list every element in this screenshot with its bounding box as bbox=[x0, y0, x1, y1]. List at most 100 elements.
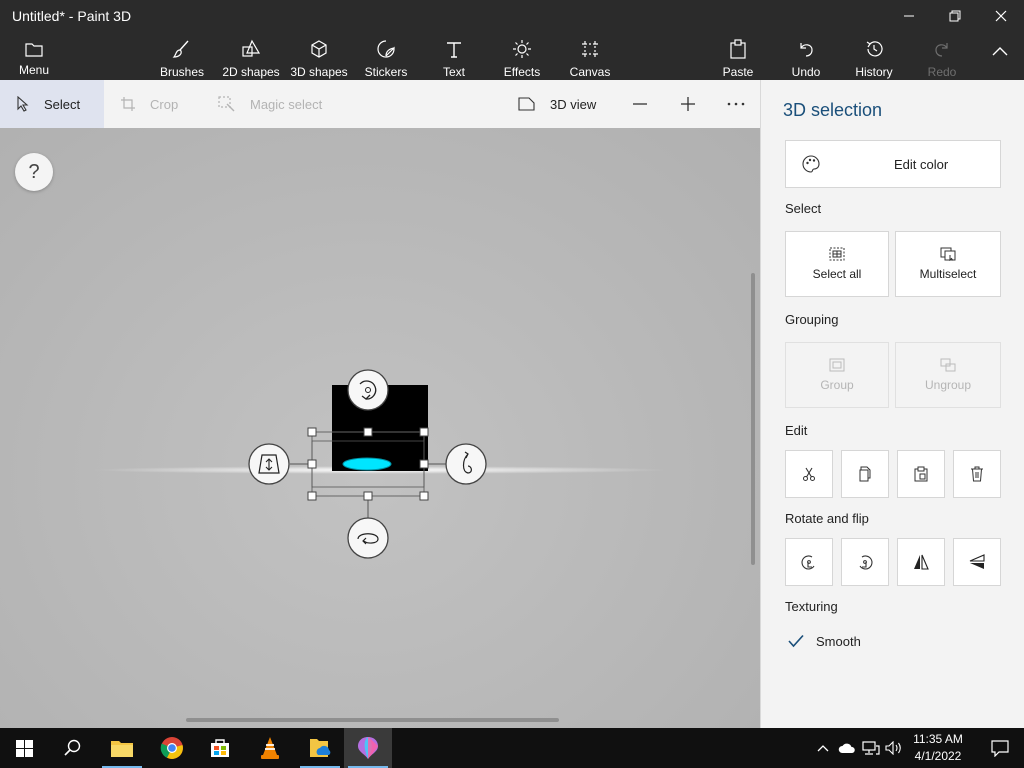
flip-vertical-icon bbox=[969, 554, 985, 569]
taskbar-chrome[interactable] bbox=[148, 728, 196, 768]
palette-icon bbox=[802, 155, 820, 173]
paste-button[interactable]: Paste bbox=[716, 32, 760, 80]
taskbar-store[interactable] bbox=[196, 728, 244, 768]
notifications-button[interactable] bbox=[976, 728, 1024, 768]
text-button[interactable]: Text bbox=[434, 32, 474, 80]
sun-icon bbox=[513, 40, 531, 58]
network-tray-button[interactable] bbox=[860, 728, 882, 768]
chevron-up-icon bbox=[992, 47, 1008, 56]
rotate-left-icon bbox=[801, 555, 815, 570]
multiselect-button[interactable]: Multiselect bbox=[895, 231, 1001, 297]
canvas-button[interactable]: Canvas bbox=[566, 32, 614, 80]
rotate-right-button[interactable] bbox=[841, 538, 889, 586]
clock-time: 11:35 AM bbox=[913, 732, 963, 746]
clock-date: 4/1/2022 bbox=[914, 749, 962, 763]
restore-button[interactable] bbox=[932, 0, 978, 32]
select-tool[interactable]: Select bbox=[0, 80, 104, 128]
undo-label: Undo bbox=[791, 65, 821, 79]
horizontal-scrollbar[interactable] bbox=[186, 718, 559, 722]
zoom-in-button[interactable] bbox=[678, 80, 698, 128]
close-button[interactable] bbox=[978, 0, 1024, 32]
resize-handle-b[interactable] bbox=[363, 491, 373, 501]
resize-handle-tr[interactable] bbox=[419, 427, 429, 437]
sticker-icon bbox=[377, 40, 395, 58]
clipboard-icon bbox=[730, 39, 746, 59]
copy-button[interactable] bbox=[841, 450, 889, 498]
ungroup-button[interactable]: Ungroup bbox=[895, 342, 1001, 408]
taskbar-paint-3d[interactable] bbox=[344, 728, 392, 768]
crop-tool[interactable]: Crop bbox=[120, 80, 178, 128]
select-section-label: Select bbox=[785, 201, 822, 216]
paste-panel-button[interactable] bbox=[897, 450, 945, 498]
group-label: Group bbox=[820, 378, 854, 392]
select-all-button[interactable]: Select all bbox=[785, 231, 889, 297]
resize-handle-bl[interactable] bbox=[307, 491, 317, 501]
shapes-3d-button[interactable]: 3D shapes bbox=[288, 32, 350, 80]
canvas-area[interactable]: ? bbox=[0, 128, 760, 728]
crop-icon bbox=[121, 97, 135, 111]
minimize-icon bbox=[904, 15, 914, 17]
selected-shape[interactable] bbox=[342, 457, 392, 471]
cut-button[interactable] bbox=[785, 450, 833, 498]
minimize-button[interactable] bbox=[886, 0, 932, 32]
smooth-option[interactable]: Smooth bbox=[785, 630, 861, 652]
delete-button[interactable] bbox=[953, 450, 1001, 498]
trash-icon bbox=[971, 466, 983, 482]
store-icon bbox=[211, 739, 229, 757]
select-all-icon bbox=[829, 247, 845, 261]
speaker-icon bbox=[885, 741, 901, 755]
start-button[interactable] bbox=[0, 728, 48, 768]
taskbar-onedrive-folder[interactable] bbox=[296, 728, 344, 768]
smooth-checkbox[interactable] bbox=[785, 630, 807, 652]
rotate-left-button[interactable] bbox=[785, 538, 833, 586]
undo-button[interactable]: Undo bbox=[786, 32, 826, 80]
clock[interactable]: 11:35 AM 4/1/2022 bbox=[904, 731, 972, 765]
windows-logo-icon bbox=[15, 739, 33, 757]
resize-handle-br[interactable] bbox=[419, 491, 429, 501]
side-panel: 3D selection Edit color Select Select al… bbox=[760, 80, 1024, 728]
cursor-icon bbox=[17, 96, 29, 112]
redo-button[interactable]: Redo bbox=[922, 32, 962, 80]
depth-handle[interactable] bbox=[248, 443, 290, 485]
volume-tray-button[interactable] bbox=[883, 728, 905, 768]
magic-select-label: Magic select bbox=[250, 96, 323, 112]
stickers-label: Stickers bbox=[364, 65, 408, 79]
view-3d-button[interactable]: 3D view bbox=[518, 80, 596, 128]
menu-button[interactable]: Menu bbox=[10, 32, 58, 80]
resize-handle-l[interactable] bbox=[307, 459, 317, 469]
selection-layer bbox=[248, 369, 487, 559]
onedrive-tray-button[interactable] bbox=[836, 728, 858, 768]
resize-handle-t[interactable] bbox=[363, 427, 373, 437]
folder-icon bbox=[111, 741, 133, 757]
effects-button[interactable]: Effects bbox=[500, 32, 544, 80]
resize-handle-tl[interactable] bbox=[307, 427, 317, 437]
magic-select-tool[interactable]: Magic select bbox=[218, 80, 322, 128]
resize-handle-r[interactable] bbox=[419, 459, 429, 469]
vertical-scrollbar[interactable] bbox=[751, 273, 755, 565]
check-icon bbox=[788, 634, 804, 648]
search-button[interactable] bbox=[48, 728, 96, 768]
more-options-button[interactable] bbox=[726, 80, 746, 128]
taskbar-vlc[interactable] bbox=[246, 728, 294, 768]
flip-horizontal-button[interactable] bbox=[897, 538, 945, 586]
more-icon bbox=[727, 102, 745, 106]
paste-icon bbox=[914, 466, 928, 482]
zoom-out-button[interactable] bbox=[630, 80, 650, 128]
rotate-z-handle[interactable] bbox=[347, 369, 389, 411]
minus-icon bbox=[633, 103, 647, 105]
brushes-button[interactable]: Brushes bbox=[157, 32, 207, 80]
show-hidden-icons-button[interactable] bbox=[812, 728, 834, 768]
stickers-button[interactable]: Stickers bbox=[361, 32, 411, 80]
edit-color-button[interactable]: Edit color bbox=[785, 140, 1001, 188]
rotate-x-handle[interactable] bbox=[347, 517, 389, 559]
flip-vertical-button[interactable] bbox=[953, 538, 1001, 586]
shapes-2d-button[interactable]: 2D shapes bbox=[220, 32, 282, 80]
rotate-y-handle[interactable] bbox=[445, 443, 487, 485]
shapes-2d-label: 2D shapes bbox=[222, 65, 280, 79]
history-button[interactable]: History bbox=[852, 32, 896, 80]
group-button[interactable]: Group bbox=[785, 342, 889, 408]
network-icon bbox=[862, 741, 880, 755]
magic-select-icon bbox=[218, 96, 235, 112]
collapse-ribbon-button[interactable] bbox=[984, 32, 1016, 80]
taskbar-file-explorer[interactable] bbox=[98, 728, 146, 768]
